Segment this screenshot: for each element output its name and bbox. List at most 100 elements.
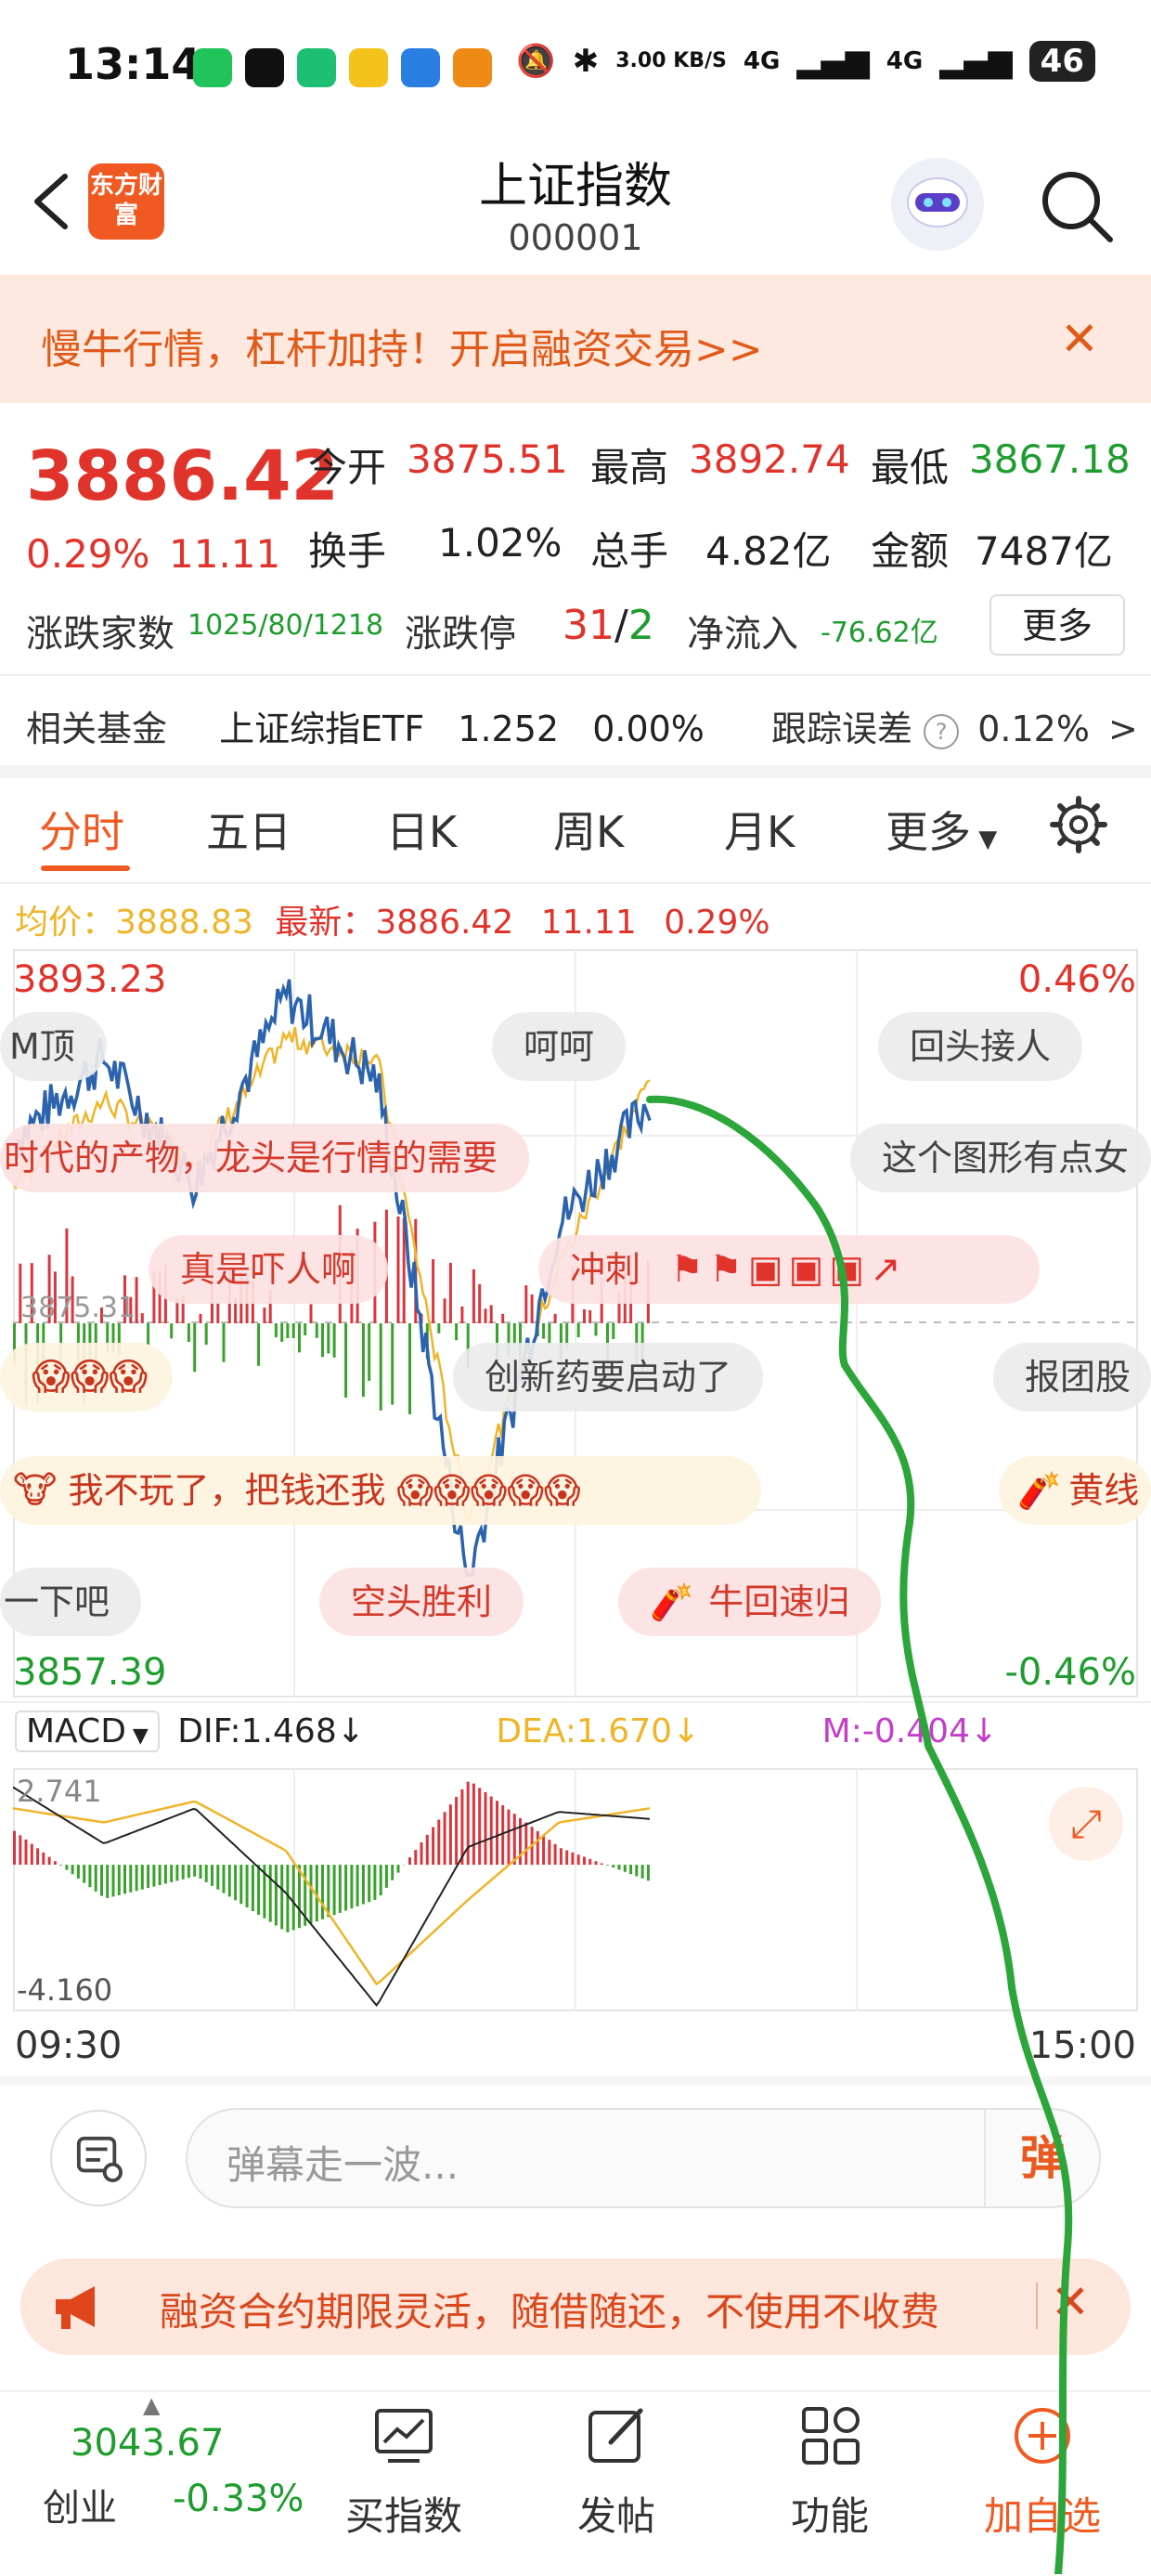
close-icon[interactable]: ✕	[1060, 312, 1099, 366]
danmaku-bubble[interactable]: 创新药要启动了	[453, 1343, 763, 1412]
macd-bar	[252, 1865, 254, 1911]
macd-bar	[478, 1788, 481, 1865]
nav-index-value[interactable]: 3043.67	[71, 2422, 224, 2465]
close-icon[interactable]: ✕	[1051, 2275, 1090, 2329]
nav-index-name[interactable]: 创业	[43, 2478, 117, 2531]
volume-bar	[583, 1309, 586, 1323]
volume-value: 4.82亿	[705, 520, 832, 577]
volume-bar	[344, 1323, 347, 1398]
danmaku-send-button[interactable]: 弹	[984, 2108, 1101, 2208]
danmaku-bubble[interactable]: 这个图形有点女	[850, 1124, 1151, 1192]
macd-bar	[606, 1865, 609, 1866]
y-axis-top: 3893.23	[13, 958, 166, 1001]
volume-bar	[188, 1323, 190, 1342]
latest-value: 3886.42	[375, 904, 513, 942]
volume-bar	[501, 1314, 504, 1323]
avg-value: 3888.83	[115, 904, 253, 942]
danmaku-bubble[interactable]: 空头胜利	[319, 1568, 524, 1636]
macd-bar	[298, 1865, 301, 1928]
ad-text[interactable]: 融资合约期限灵活，随借随还，不使用不收费	[160, 2281, 939, 2337]
tab-more[interactable]: 更多 ▼	[886, 799, 997, 860]
volume-bar	[304, 1323, 306, 1335]
help-icon[interactable]: ?	[924, 714, 959, 749]
tab-indicator	[41, 865, 130, 871]
add-watchlist-icon[interactable]	[1010, 2403, 1075, 2468]
crying-emoji-icon: 😱😱😱😱😱	[397, 1470, 581, 1511]
danmaku-bubble[interactable]: 🐮 我不玩了，把钱还我 😱😱😱😱😱	[0, 1456, 761, 1525]
tab-daily-k[interactable]: 日K	[386, 799, 457, 860]
danmaku-bubble[interactable]: 一下吧	[0, 1568, 141, 1636]
nav-index-change[interactable]: -0.33%	[173, 2478, 304, 2520]
nav-post[interactable]: 发帖	[577, 2485, 655, 2542]
macd-dea: DEA:1.670↓	[496, 1712, 700, 1750]
netflow-value: -76.62亿	[821, 609, 938, 650]
pct-axis-top: 0.46%	[1018, 958, 1136, 1001]
macd-bar	[362, 1865, 365, 1904]
tab-intraday[interactable]: 分时	[39, 799, 124, 860]
limit-down: 2	[628, 602, 654, 649]
search-icon[interactable]	[1038, 167, 1116, 245]
robot-assistant-icon[interactable]	[891, 158, 984, 251]
post-icon[interactable]	[585, 2403, 650, 2468]
volume-bar	[542, 1323, 545, 1339]
functions-icon[interactable]	[798, 2403, 863, 2468]
volume-bar	[286, 1323, 289, 1338]
macd-bar	[152, 1865, 155, 1887]
battery-icon: 46	[1029, 41, 1095, 82]
danmaku-bubble[interactable]: 冲刺 ⚑⚑▣▣▣↗	[538, 1235, 1040, 1304]
danmaku-bubble[interactable]: 呵呵	[492, 1012, 626, 1081]
macd-bar	[444, 1812, 446, 1865]
turnover-label: 换手	[308, 520, 386, 577]
fund-change: 0.00%	[592, 709, 705, 749]
tab-monthly-k[interactable]: 月K	[724, 799, 795, 860]
macd-bar	[286, 1865, 289, 1932]
macd-bar	[542, 1836, 545, 1866]
danmaku-emoji-bubble[interactable]: 😱😱😱	[0, 1343, 173, 1412]
danmaku-bubble[interactable]: 真是吓人啊	[149, 1235, 388, 1304]
tab-five-day[interactable]: 五日	[206, 799, 291, 860]
macd-bar	[164, 1865, 167, 1883]
macd-m: M:-0.404↓	[822, 1712, 998, 1750]
change-percent: 0.29%	[664, 904, 769, 942]
danmaku-settings-icon[interactable]	[50, 2110, 147, 2206]
macd-bar	[228, 1865, 231, 1896]
danmaku-bubble[interactable]: 🧨牛回速归	[618, 1568, 881, 1636]
volume-bar	[292, 1323, 295, 1338]
nav-buy-index[interactable]: 买指数	[345, 2485, 462, 2542]
volume-bar	[391, 1323, 394, 1405]
macd-chart-svg	[13, 1768, 1138, 2011]
macd-bar	[31, 1844, 33, 1866]
tab-weekly-k[interactable]: 周K	[553, 799, 624, 860]
volume-bar	[531, 1295, 534, 1323]
fund-name[interactable]: 上证综指ETF	[219, 709, 424, 749]
prev-close-label: 3875.31	[20, 1292, 136, 1324]
volume-bar	[444, 1298, 446, 1323]
macd-bar	[588, 1859, 591, 1865]
volume-bar	[141, 1313, 144, 1323]
more-button[interactable]: 更多	[989, 594, 1125, 656]
danmaku-bubble[interactable]: 报团股	[993, 1343, 1151, 1412]
promo-text[interactable]: 慢牛行情，杠杆加持！开启融资交易>>	[41, 316, 763, 375]
danmaku-input-placeholder[interactable]: 弹幕走一波...	[226, 2134, 459, 2191]
high-value: 3892.74	[689, 436, 850, 482]
macd-bar	[344, 1865, 347, 1910]
expand-icon[interactable]: ⤢	[1049, 1787, 1123, 1861]
macd-bar	[170, 1865, 173, 1882]
macd-bar	[467, 1782, 470, 1865]
volume-bar	[437, 1323, 440, 1334]
danmaku-bubble[interactable]: 🧨黄线	[999, 1456, 1151, 1525]
macd-bar	[501, 1805, 504, 1865]
danmaku-bubble[interactable]: 回头接人	[878, 1012, 1082, 1081]
buy-index-icon[interactable]	[371, 2403, 436, 2468]
danmaku-bubble[interactable]: M顶	[0, 1012, 107, 1081]
nav-add-watchlist[interactable]: 加自选	[984, 2485, 1101, 2542]
nav-functions[interactable]: 功能	[791, 2485, 869, 2542]
volume-bar	[170, 1323, 173, 1338]
chevron-right-icon[interactable]: >	[1108, 709, 1138, 749]
gear-icon[interactable]	[1049, 795, 1108, 854]
volume-bar	[513, 1323, 516, 1345]
indicator-select[interactable]: MACD ▼	[15, 1711, 160, 1752]
macd-bar	[368, 1865, 370, 1902]
danmaku-bubble[interactable]: 时代的产物，龙头是行情的需要	[0, 1124, 529, 1192]
related-fund-row[interactable]: 相关基金 上证综指ETF 1.252 0.00% 跟踪误差 ? 0.12% >	[26, 700, 1138, 751]
